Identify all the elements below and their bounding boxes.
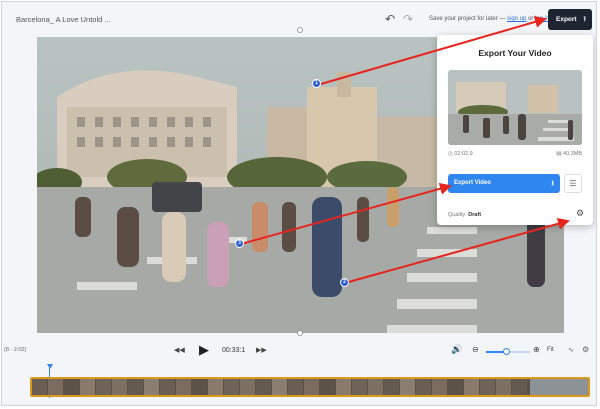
quality-label: Quality: <box>448 212 467 218</box>
zoom-out-icon[interactable]: ⊖ <box>472 345 479 354</box>
resize-handle-bottom[interactable] <box>297 330 303 336</box>
timeline-thumbnail <box>192 379 207 395</box>
timeline-thumbnail <box>112 379 127 395</box>
export-button-label: Export <box>556 16 577 23</box>
timeline-thumbnail <box>496 379 511 395</box>
timeline-clip-end <box>530 379 588 395</box>
timeline-thumbnail <box>176 379 191 395</box>
upload-icon: ⭱ <box>583 16 586 23</box>
export-panel: Export Your Video ◷ 02:02.9 ▤ 40.3MB Exp… <box>437 35 593 225</box>
save-project-hint: Save your project for later — sign up or… <box>429 16 549 22</box>
timeline-thumbnail <box>224 379 239 395</box>
timeline-thumbnail <box>480 379 495 395</box>
timeline-thumbnail <box>304 379 319 395</box>
settings-icon[interactable]: ⚙ <box>582 345 589 354</box>
timeline-thumbnail <box>48 379 63 395</box>
zoom-slider[interactable] <box>486 348 530 355</box>
volume-icon[interactable]: 🔊 <box>451 344 462 355</box>
duration-value: 02:02.9 <box>454 151 473 157</box>
download-icon: ⭳ <box>551 180 554 187</box>
skip-forward-icon[interactable]: ▶▶ <box>256 346 267 354</box>
zoom-fit-button[interactable]: Fit <box>547 347 554 353</box>
play-icon[interactable]: ▶ <box>199 342 209 358</box>
timeline-thumbnail <box>256 379 271 395</box>
export-button[interactable]: Export ⭱ <box>548 9 592 30</box>
timeline-clip[interactable] <box>30 377 590 397</box>
timeline-thumbnail <box>272 379 287 395</box>
timeline-range: (8 - 2:02) <box>4 347 27 353</box>
undo-icon[interactable]: ↶ <box>385 12 395 26</box>
export-options-icon[interactable]: ☰ <box>564 174 582 193</box>
timeline-thumbnail <box>448 379 463 395</box>
timeline-thumbnail <box>144 379 159 395</box>
resize-handle-top[interactable] <box>297 27 303 33</box>
timeline-thumbnail <box>32 379 47 395</box>
annotation-marker-3: 3 <box>235 239 244 248</box>
export-thumbnail <box>448 70 582 145</box>
timeline-thumbnail <box>512 379 527 395</box>
current-time: 00:33:1 <box>222 347 246 354</box>
timeline-thumbnail <box>288 379 303 395</box>
zoom-slider-knob[interactable] <box>502 348 510 355</box>
timeline-thumbnail <box>64 379 79 395</box>
annotation-marker-2: 2 <box>340 278 349 287</box>
annotation-marker-1: 1 <box>312 79 321 88</box>
redo-icon[interactable]: ↷ <box>403 12 413 26</box>
zoom-in-icon[interactable]: ⊕ <box>533 345 540 354</box>
export-video-label: Export Video <box>454 180 491 186</box>
timeline-thumbnail <box>128 379 143 395</box>
save-hint-text: Save your project for later — <box>429 16 508 22</box>
timeline-thumbnail <box>352 379 367 395</box>
timeline-thumbnail <box>384 379 399 395</box>
gear-icon[interactable]: ⚙ <box>576 208 584 219</box>
playhead[interactable] <box>47 364 53 369</box>
timeline-thumbnail <box>96 379 111 395</box>
timeline-thumbnail <box>416 379 431 395</box>
timeline-thumbnail <box>80 379 95 395</box>
timeline-thumbnail <box>464 379 479 395</box>
timeline-thumbnail <box>160 379 175 395</box>
timeline-thumbnail <box>320 379 335 395</box>
quality-value[interactable]: Draft <box>468 212 481 218</box>
skip-back-icon[interactable]: ◀◀ <box>174 346 185 354</box>
waveform-icon[interactable]: ∿ <box>568 346 574 354</box>
duration-label: ◷ 02:02.9 <box>448 151 473 157</box>
project-title[interactable]: Barcelona_ A Love Untold ... <box>16 15 111 24</box>
file-size-value: 40.3MB <box>563 151 582 157</box>
signup-link[interactable]: sign up <box>507 16 526 22</box>
timeline-thumbnail <box>432 379 447 395</box>
timeline-thumbnail <box>400 379 415 395</box>
app-window: Barcelona_ A Love Untold ... ↶ ↷ Save yo… <box>1 1 597 406</box>
quality-setting: Quality: Draft <box>448 212 481 218</box>
timeline-thumbnail <box>208 379 223 395</box>
timeline-thumbnail <box>240 379 255 395</box>
timeline-thumbnail <box>336 379 351 395</box>
player-controls: (8 - 2:02) ◀◀ ▶ 00:33:1 ▶▶ 🔊 ⊖ ⊕ Fit ∿ ⚙ <box>2 339 596 365</box>
file-size-label: ▤ 40.3MB <box>556 151 582 157</box>
export-video-button[interactable]: Export Video ⭳ <box>448 174 560 193</box>
export-panel-title: Export Your Video <box>478 48 552 58</box>
timeline-thumbnail <box>368 379 383 395</box>
save-hint-or: or <box>526 16 536 22</box>
